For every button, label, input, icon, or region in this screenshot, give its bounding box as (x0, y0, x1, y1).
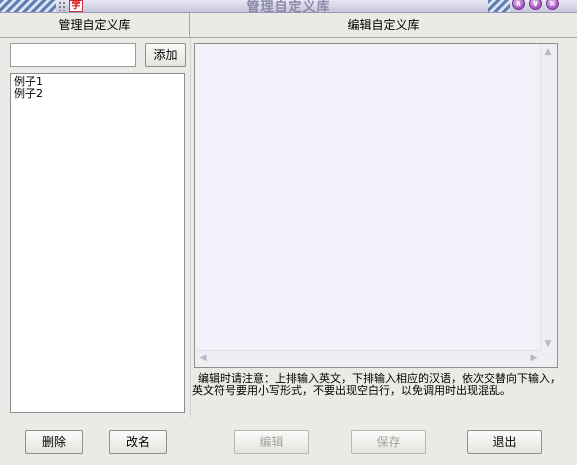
library-list-item[interactable]: 例子2 (14, 88, 181, 100)
rename-button[interactable]: 改名 (109, 430, 167, 454)
vertical-scrollbar[interactable]: ▲ ▼ (540, 44, 557, 352)
add-button[interactable]: 添加 (145, 43, 186, 67)
manage-library-window: 学 管理自定义库 ∧ ∨ × 管理自定义库 编辑自定义库 添加 例子1 例子2 … (0, 0, 577, 465)
save-button[interactable]: 保存 (351, 430, 426, 454)
arrow-down-icon[interactable]: ▼ (541, 337, 555, 351)
arrow-right-icon[interactable]: ▶ (527, 351, 541, 365)
editor-textarea[interactable] (195, 44, 542, 352)
title-stripes-decoration-right (488, 0, 510, 12)
editing-note: 编辑时请注意：上排输入英文，下排输入相应的汉语，依次交替向下输入，英文符号要用小… (192, 372, 561, 397)
arrow-left-icon[interactable]: ◀ (196, 351, 210, 365)
exit-button[interactable]: 退出 (467, 430, 542, 454)
edit-library-header: 编辑自定义库 (190, 13, 577, 38)
library-editor[interactable]: ▲ ▼ ◀ ▶ (194, 43, 558, 368)
panel-divider (190, 38, 191, 418)
library-name-input[interactable] (10, 43, 136, 67)
arrow-up-icon[interactable]: ▲ (541, 45, 555, 59)
scroll-corner (541, 351, 557, 367)
delete-button[interactable]: 删除 (25, 430, 83, 454)
title-bar[interactable]: 学 管理自定义库 ∧ ∨ × (0, 0, 577, 15)
library-list[interactable]: 例子1 例子2 (10, 73, 185, 413)
edit-button[interactable]: 编辑 (234, 430, 309, 454)
manage-library-header: 管理自定义库 (0, 13, 190, 38)
horizontal-scrollbar[interactable]: ◀ ▶ (195, 350, 542, 367)
